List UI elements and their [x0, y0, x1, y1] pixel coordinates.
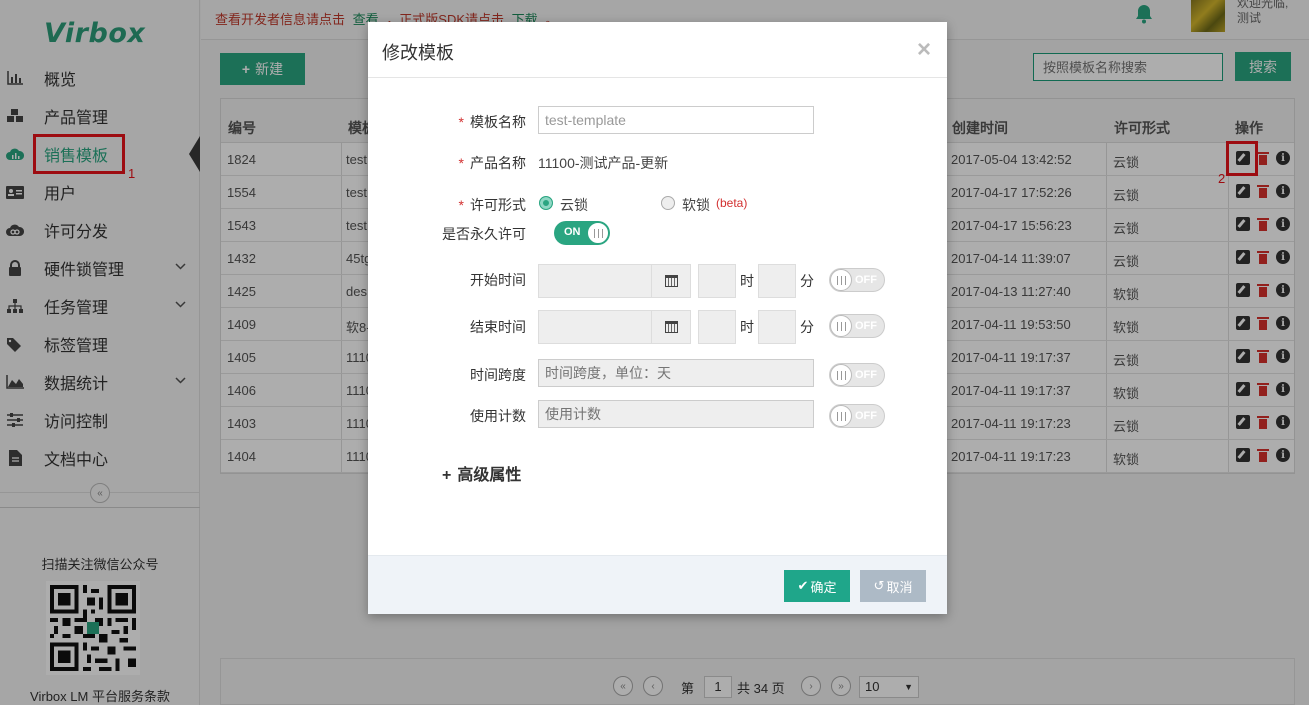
- toggle-knob: [830, 364, 852, 386]
- start-time-label: 开始时间: [470, 272, 526, 288]
- toggle-knob: [830, 405, 852, 427]
- toggle-knob: [830, 315, 852, 337]
- hour-unit: 时: [740, 319, 754, 335]
- label-text: 模板名称: [470, 114, 526, 130]
- radio-cloud-lock[interactable]: [539, 196, 553, 210]
- grip-icon: [837, 412, 846, 421]
- permanent-license-toggle[interactable]: ON: [554, 221, 610, 245]
- beta-tag: (beta): [716, 196, 748, 210]
- toggle-state: OFF: [855, 320, 877, 332]
- toggle-state: OFF: [855, 274, 877, 286]
- grip-icon: [837, 322, 846, 331]
- calendar-icon: [664, 275, 678, 287]
- end-date-calendar-button[interactable]: [651, 310, 691, 344]
- label-text: 许可形式: [470, 197, 526, 213]
- button-label: 确定: [810, 579, 837, 595]
- start-time-toggle[interactable]: OFF: [829, 268, 885, 292]
- product-name-label: * 产品名称: [428, 153, 526, 173]
- radio-soft-label[interactable]: 软锁: [682, 195, 710, 215]
- toggle-state: OFF: [855, 369, 877, 381]
- start-hour-input[interactable]: [698, 264, 736, 298]
- dialog-header: 修改模板 ×: [368, 22, 947, 78]
- radio-cloud-label[interactable]: 云锁: [560, 195, 588, 215]
- end-time-label: 结束时间: [470, 319, 526, 335]
- template-name-input[interactable]: [538, 106, 814, 134]
- end-date-input[interactable]: [538, 310, 652, 344]
- time-span-toggle[interactable]: OFF: [829, 363, 885, 387]
- use-count-label: 使用计数: [470, 408, 526, 424]
- radio-soft-lock[interactable]: [661, 196, 675, 210]
- time-span-label: 时间跨度: [470, 367, 526, 383]
- template-name-label: * 模板名称: [428, 112, 526, 132]
- license-type-label: * 许可形式: [428, 195, 526, 215]
- cancel-button[interactable]: ↺ 取消: [860, 570, 926, 602]
- toggle-state: OFF: [855, 410, 877, 422]
- check-icon: ✔: [797, 578, 809, 593]
- required-marker: *: [458, 114, 464, 130]
- advanced-properties-toggle[interactable]: + 高级属性: [442, 461, 521, 485]
- toggle-state: ON: [564, 226, 581, 238]
- use-count-input[interactable]: [538, 400, 814, 428]
- hour-unit: 时: [740, 273, 754, 289]
- end-minute-input[interactable]: [758, 310, 796, 344]
- toggle-knob: [830, 269, 852, 291]
- start-minute-input[interactable]: [758, 264, 796, 298]
- time-span-input[interactable]: [538, 359, 814, 387]
- minute-unit: 分: [800, 319, 814, 335]
- end-time-toggle[interactable]: OFF: [829, 314, 885, 338]
- plus-icon: +: [442, 467, 452, 484]
- grip-icon: [837, 371, 846, 380]
- start-date-calendar-button[interactable]: [651, 264, 691, 298]
- minute-unit: 分: [800, 273, 814, 289]
- calendar-icon: [664, 321, 678, 333]
- permanent-license-label: 是否永久许可: [442, 226, 526, 242]
- product-name-value: 11100-测试产品-更新: [538, 155, 669, 171]
- required-marker: *: [458, 155, 464, 171]
- start-date-input[interactable]: [538, 264, 652, 298]
- grip-icon: [837, 276, 846, 285]
- grip-icon: [594, 229, 603, 238]
- use-count-toggle[interactable]: OFF: [829, 404, 885, 428]
- undo-icon: ↺: [873, 578, 885, 593]
- advanced-label: 高级属性: [457, 467, 522, 484]
- dialog-footer: ✔ 确定 ↺ 取消: [368, 555, 947, 614]
- button-label: 取消: [886, 579, 913, 595]
- required-marker: *: [458, 197, 464, 213]
- label-text: 产品名称: [470, 155, 526, 171]
- confirm-button[interactable]: ✔ 确定: [784, 570, 850, 602]
- end-hour-input[interactable]: [698, 310, 736, 344]
- toggle-knob: [587, 222, 609, 244]
- dialog-title: 修改模板: [382, 43, 454, 63]
- close-icon[interactable]: ×: [917, 36, 931, 64]
- edit-template-dialog: 修改模板 × * 模板名称 * 产品名称 11100-测试产品-更新 * 许可形式 云…: [368, 22, 947, 614]
